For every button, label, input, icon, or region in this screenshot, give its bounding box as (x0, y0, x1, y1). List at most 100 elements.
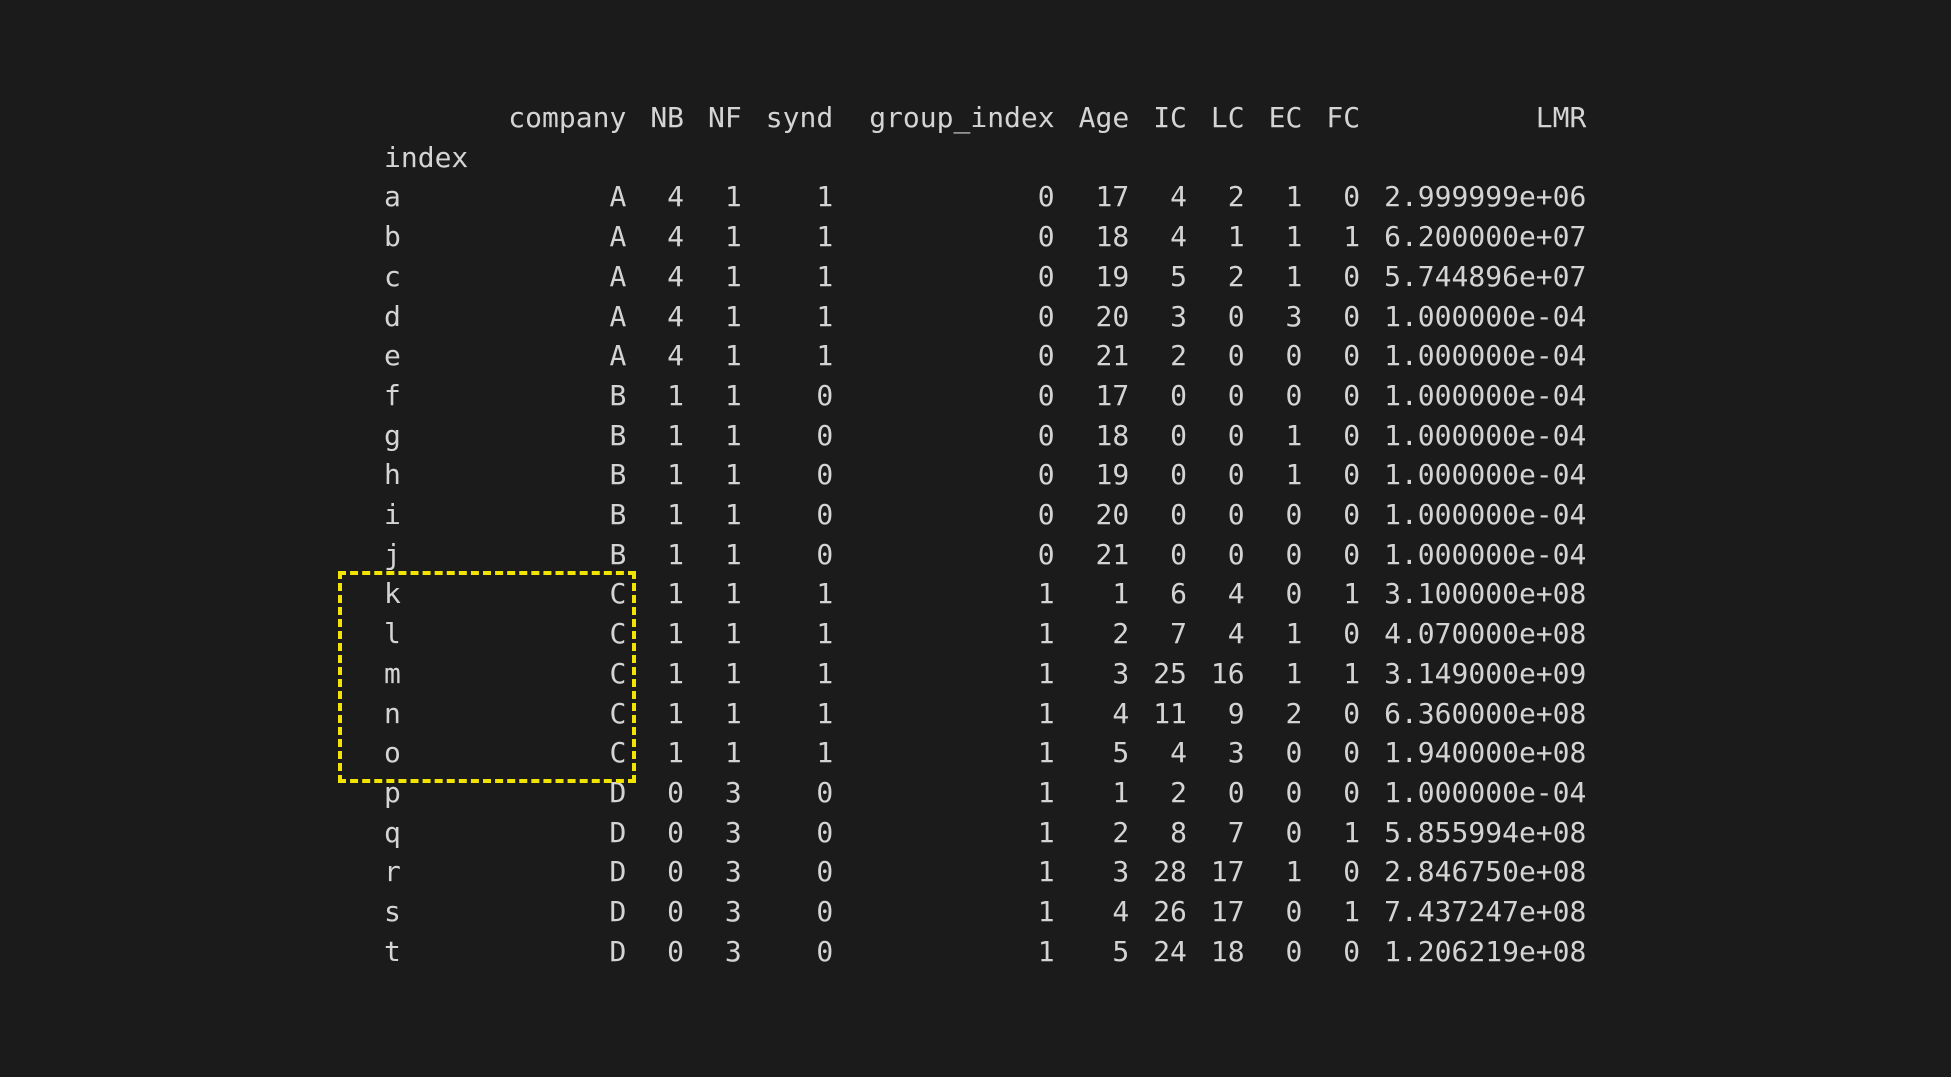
cell-index: r (384, 855, 401, 889)
cell-LMR: 4.070000e+08 (1384, 617, 1587, 651)
table-row: p D 0 3 0 1 1 2 0 0 0 1.000000e-04 (370, 773, 1586, 813)
cell-IC: 0 (1170, 378, 1187, 412)
cell-FC: 1 (1343, 815, 1361, 849)
cell-NB: 1 (667, 537, 685, 571)
cell-Age: 21 (1095, 339, 1130, 373)
cell-IC: 26 (1153, 895, 1187, 929)
cell-NB: 0 (667, 815, 685, 849)
cell-Age: 17 (1095, 378, 1130, 412)
cell-EC: 1 (1285, 220, 1303, 254)
cell-LC: 16 (1210, 656, 1245, 690)
cell-index: b (384, 220, 401, 254)
column-header-group-index: group_index (869, 101, 1055, 134)
cell-NB: 4 (667, 180, 685, 214)
cell-Age: 1 (1112, 775, 1130, 809)
cell-index: t (384, 934, 401, 968)
cell-FC: 1 (1343, 577, 1361, 611)
cell-Age: 2 (1112, 815, 1130, 849)
table-row: d A 4 1 1 0 20 3 0 3 0 1.000000e-04 (370, 297, 1586, 337)
cell-EC: 1 (1285, 259, 1303, 293)
cell-FC: 0 (1343, 378, 1361, 412)
cell-index: i (384, 498, 401, 532)
column-header-LMR: LMR (1535, 101, 1587, 134)
cell-company: D (609, 895, 627, 929)
cell-group-index: 0 (1037, 299, 1055, 333)
table-row: i B 1 1 0 0 20 0 0 0 0 1.000000e-04 (370, 495, 1586, 535)
cell-NF: 1 (724, 458, 742, 492)
cell-NF: 1 (724, 736, 742, 770)
cell-FC: 0 (1343, 180, 1361, 214)
cell-NF: 1 (724, 180, 742, 214)
cell-group-index: 1 (1037, 617, 1055, 651)
column-header-EC: EC (1268, 101, 1303, 134)
cell-synd: 1 (816, 299, 834, 333)
cell-group-index: 0 (1037, 180, 1055, 214)
cell-NB: 1 (667, 696, 685, 730)
cell-EC: 0 (1285, 815, 1303, 849)
cell-FC: 0 (1343, 696, 1361, 730)
cell-company: D (609, 934, 627, 968)
cell-group-index: 1 (1037, 895, 1055, 929)
cell-index: g (384, 418, 401, 452)
cell-NF: 3 (724, 855, 742, 889)
cell-synd: 0 (816, 378, 834, 412)
cell-EC: 0 (1285, 577, 1303, 611)
cell-company: C (609, 617, 627, 651)
cell-NF: 1 (724, 656, 742, 690)
cell-Age: 19 (1095, 259, 1130, 293)
header-corner (370, 98, 468, 138)
cell-Age: 20 (1095, 498, 1130, 532)
cell-LMR: 1.000000e-04 (1384, 299, 1587, 333)
cell-LC: 0 (1227, 418, 1245, 452)
cell-FC: 0 (1343, 418, 1361, 452)
cell-LMR: 7.437247e+08 (1384, 895, 1587, 929)
cell-NB: 4 (667, 220, 685, 254)
cell-EC: 2 (1285, 696, 1303, 730)
cell-NB: 1 (667, 617, 685, 651)
cell-LMR: 5.744896e+07 (1384, 259, 1587, 293)
table-row: j B 1 1 0 0 21 0 0 0 0 1.000000e-04 (370, 535, 1586, 575)
cell-LC: 2 (1227, 259, 1245, 293)
column-header-NB: NB (650, 101, 685, 134)
cell-LC: 9 (1227, 696, 1245, 730)
cell-NF: 1 (724, 220, 742, 254)
cell-LC: 0 (1227, 775, 1245, 809)
cell-FC: 0 (1343, 934, 1361, 968)
cell-LMR: 1.940000e+08 (1384, 736, 1587, 770)
cell-EC: 1 (1285, 180, 1303, 214)
cell-Age: 4 (1112, 895, 1130, 929)
cell-group-index: 0 (1037, 458, 1055, 492)
cell-EC: 1 (1285, 656, 1303, 690)
cell-company: D (609, 855, 627, 889)
cell-company: C (609, 577, 627, 611)
cell-company: D (609, 815, 627, 849)
cell-synd: 0 (816, 815, 834, 849)
cell-NF: 1 (724, 259, 742, 293)
cell-index: q (384, 815, 401, 849)
cell-FC: 0 (1343, 339, 1361, 373)
cell-LC: 0 (1227, 299, 1245, 333)
cell-synd: 0 (816, 855, 834, 889)
cell-EC: 0 (1285, 339, 1303, 373)
cell-LMR: 1.000000e-04 (1384, 775, 1587, 809)
cell-group-index: 0 (1037, 537, 1055, 571)
cell-index: p (384, 775, 401, 809)
cell-NB: 1 (667, 656, 685, 690)
cell-company: C (609, 736, 627, 770)
cell-EC: 1 (1285, 418, 1303, 452)
cell-LC: 0 (1227, 458, 1245, 492)
cell-NB: 4 (667, 339, 685, 373)
cell-NB: 0 (667, 775, 685, 809)
cell-group-index: 1 (1037, 815, 1055, 849)
cell-IC: 24 (1153, 934, 1187, 968)
cell-IC: 28 (1153, 855, 1187, 889)
cell-group-index: 1 (1037, 855, 1055, 889)
cell-EC: 0 (1285, 378, 1303, 412)
table-row: a A 4 1 1 0 17 4 2 1 0 2.999999e+06 (370, 177, 1586, 217)
cell-company: B (609, 378, 627, 412)
cell-company: B (609, 537, 627, 571)
cell-LMR: 1.000000e-04 (1384, 537, 1587, 571)
cell-IC: 6 (1170, 577, 1187, 611)
cell-LMR: 5.855994e+08 (1384, 815, 1587, 849)
cell-company: C (609, 696, 627, 730)
